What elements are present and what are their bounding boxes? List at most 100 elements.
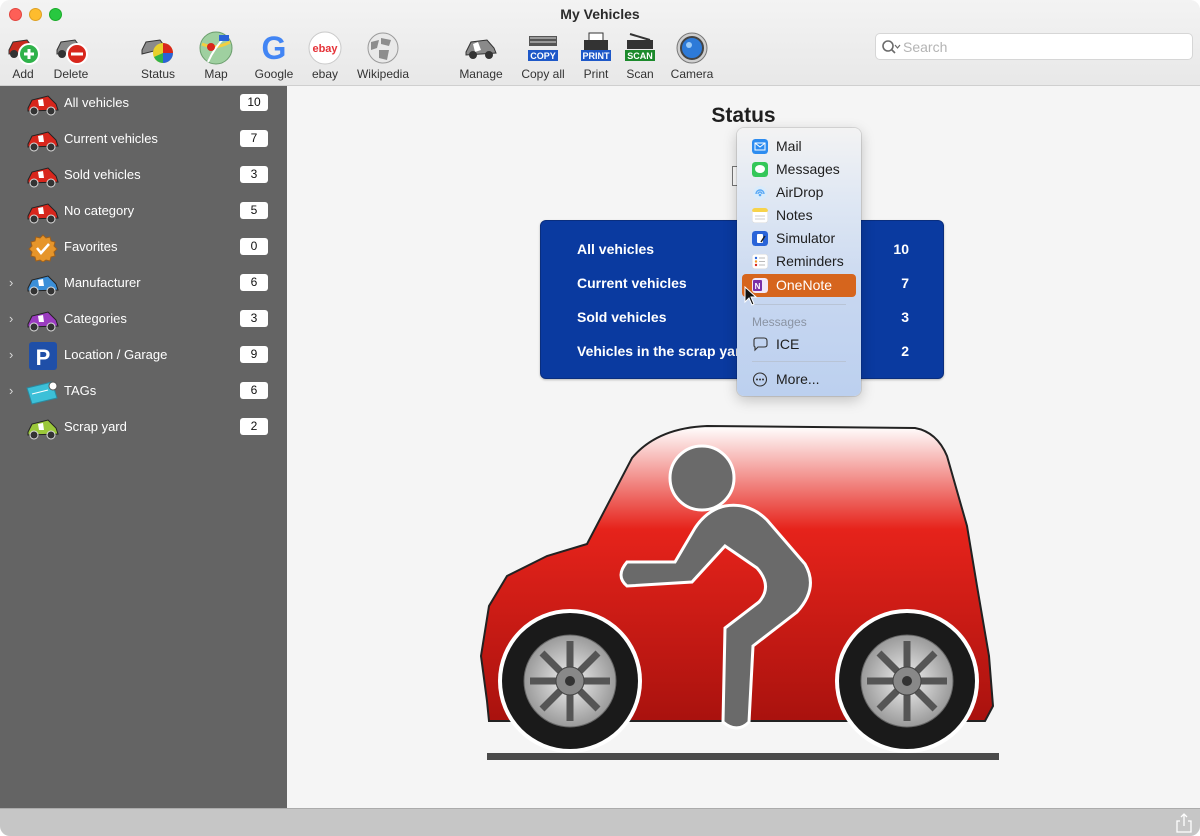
sidebar-item-favorites[interactable]: Favorites 0 bbox=[0, 230, 287, 266]
delete-button[interactable]: Delete bbox=[41, 28, 101, 82]
sidebar-item-no-category[interactable]: No category 5 bbox=[0, 194, 287, 230]
rear-wheel bbox=[498, 609, 642, 753]
count-badge: 7 bbox=[240, 130, 268, 147]
sidebar-item-all-vehicles[interactable]: All vehicles 10 bbox=[0, 86, 287, 122]
scan-button[interactable]: SCAN Scan bbox=[610, 28, 670, 82]
scanner-icon: SCAN bbox=[625, 33, 655, 61]
summary-value: 7 bbox=[901, 275, 909, 291]
sidebar-item-sold-vehicles[interactable]: Sold vehicles 3 bbox=[0, 158, 287, 194]
page-title: Status bbox=[711, 104, 776, 127]
share-menu-item-airdrop[interactable]: AirDrop bbox=[742, 181, 856, 204]
share-menu-item-mail[interactable]: Mail bbox=[742, 135, 856, 158]
svg-text:SCAN: SCAN bbox=[627, 51, 653, 61]
wikipedia-button[interactable]: Wikipedia bbox=[353, 28, 413, 82]
sidebar-item-label: No category bbox=[64, 203, 135, 218]
chevron-right-icon[interactable]: › bbox=[9, 275, 19, 291]
search-box[interactable] bbox=[875, 33, 1193, 60]
wikipedia-label: Wikipedia bbox=[356, 67, 410, 81]
count-badge: 9 bbox=[240, 346, 268, 363]
summary-label: All vehicles bbox=[577, 241, 655, 257]
car-icon bbox=[27, 95, 59, 116]
share-menu-label: More... bbox=[776, 371, 820, 387]
copy-all-label: Copy all bbox=[521, 67, 565, 81]
menu-section-header: Messages bbox=[752, 315, 807, 329]
bottom-bar bbox=[0, 808, 1200, 836]
badge-icon bbox=[28, 234, 58, 262]
sidebar-item-tags[interactable]: › TAGs 6 bbox=[0, 374, 287, 410]
ebay-button[interactable]: ebay ebay bbox=[295, 28, 355, 82]
copy-icon: COPY bbox=[528, 36, 558, 61]
share-menu-label: OneNote bbox=[776, 277, 833, 293]
manage-button[interactable]: Manage bbox=[451, 28, 511, 82]
count-badge: 10 bbox=[240, 94, 268, 111]
camera-label: Camera bbox=[670, 67, 714, 81]
share-menu: Mail Messages AirDrop Notes Simulator Re… bbox=[737, 128, 861, 396]
sidebar-item-label: All vehicles bbox=[64, 95, 130, 110]
share-menu-label: Notes bbox=[776, 207, 813, 223]
car-icon bbox=[27, 131, 59, 152]
sidebar-item-label: Current vehicles bbox=[64, 131, 158, 146]
chevron-right-icon[interactable]: › bbox=[9, 383, 19, 399]
sidebar-item-categories[interactable]: › Categories 3 bbox=[0, 302, 287, 338]
sidebar-item-current-vehicles[interactable]: Current vehicles 7 bbox=[0, 122, 287, 158]
manage-label: Manage bbox=[459, 67, 503, 81]
svg-text:PRINT: PRINT bbox=[583, 51, 611, 61]
share-icon[interactable] bbox=[1176, 813, 1192, 833]
printer-icon: PRINT bbox=[581, 32, 611, 61]
sidebar: All vehicles 10 Current vehicles 7 Sold … bbox=[0, 86, 287, 808]
copy-all-button[interactable]: COPY Copy all bbox=[513, 28, 573, 82]
ground-shadow bbox=[487, 753, 999, 760]
reminders-icon bbox=[752, 254, 768, 269]
car-driver-illustration bbox=[479, 424, 999, 760]
share-menu-label: Messages bbox=[776, 161, 840, 177]
share-menu-item-messages[interactable]: Messages bbox=[742, 158, 856, 181]
manage-car-icon bbox=[465, 39, 497, 59]
search-icon bbox=[882, 40, 901, 54]
share-menu-item-ice[interactable]: ICE bbox=[742, 333, 856, 356]
summary-value: 10 bbox=[893, 241, 909, 257]
summary-label: Current vehicles bbox=[577, 275, 687, 291]
share-menu-label: ICE bbox=[776, 336, 800, 352]
sidebar-item-manufacturer[interactable]: › Manufacturer 6 bbox=[0, 266, 287, 302]
simulator-icon bbox=[752, 231, 768, 246]
count-badge: 3 bbox=[240, 310, 268, 327]
notes-icon bbox=[752, 208, 768, 223]
mail-icon bbox=[752, 139, 768, 154]
share-menu-item-notes[interactable]: Notes bbox=[742, 204, 856, 227]
share-menu-label: Reminders bbox=[776, 253, 844, 269]
svg-text:P: P bbox=[36, 345, 51, 370]
car-icon bbox=[27, 275, 59, 296]
mouse-pointer-icon bbox=[744, 286, 758, 306]
sidebar-item-label: Categories bbox=[64, 311, 127, 326]
tag-icon bbox=[26, 381, 58, 405]
count-badge: 5 bbox=[240, 202, 268, 219]
sidebar-item-label: Scrap yard bbox=[64, 419, 127, 434]
sidebar-item-label: TAGs bbox=[64, 383, 97, 398]
svg-text:G: G bbox=[262, 30, 287, 66]
sidebar-item-location-garage[interactable]: › P Location / Garage 9 bbox=[0, 338, 287, 374]
chat-bubble-icon bbox=[753, 337, 768, 352]
map-button[interactable]: Map bbox=[186, 28, 246, 82]
camera-button[interactable]: Camera bbox=[662, 28, 722, 82]
car-icon bbox=[27, 203, 59, 224]
camera-lens-icon bbox=[676, 32, 708, 64]
search-input[interactable] bbox=[903, 37, 1183, 57]
chevron-right-icon[interactable]: › bbox=[9, 311, 19, 327]
window-title: My Vehicles bbox=[560, 6, 640, 22]
sidebar-item-scrap-yard[interactable]: Scrap yard 2 bbox=[0, 410, 287, 446]
share-menu-item-more[interactable]: More... bbox=[742, 368, 856, 391]
car-icon bbox=[27, 167, 59, 188]
messages-icon bbox=[752, 162, 768, 177]
scan-label: Scan bbox=[626, 67, 654, 81]
status-label: Status bbox=[140, 67, 176, 81]
delete-label: Delete bbox=[53, 67, 89, 81]
delete-car-icon bbox=[56, 39, 88, 65]
share-menu-item-simulator[interactable]: Simulator bbox=[742, 227, 856, 250]
sidebar-item-label: Manufacturer bbox=[64, 275, 141, 290]
share-menu-item-reminders[interactable]: Reminders bbox=[742, 250, 856, 273]
sidebar-item-label: Favorites bbox=[64, 239, 118, 254]
chevron-right-icon[interactable]: › bbox=[9, 347, 19, 363]
status-button[interactable]: Status bbox=[128, 28, 188, 82]
count-badge: 2 bbox=[240, 418, 268, 435]
share-menu-item-onenote[interactable]: N OneNote bbox=[742, 274, 856, 297]
